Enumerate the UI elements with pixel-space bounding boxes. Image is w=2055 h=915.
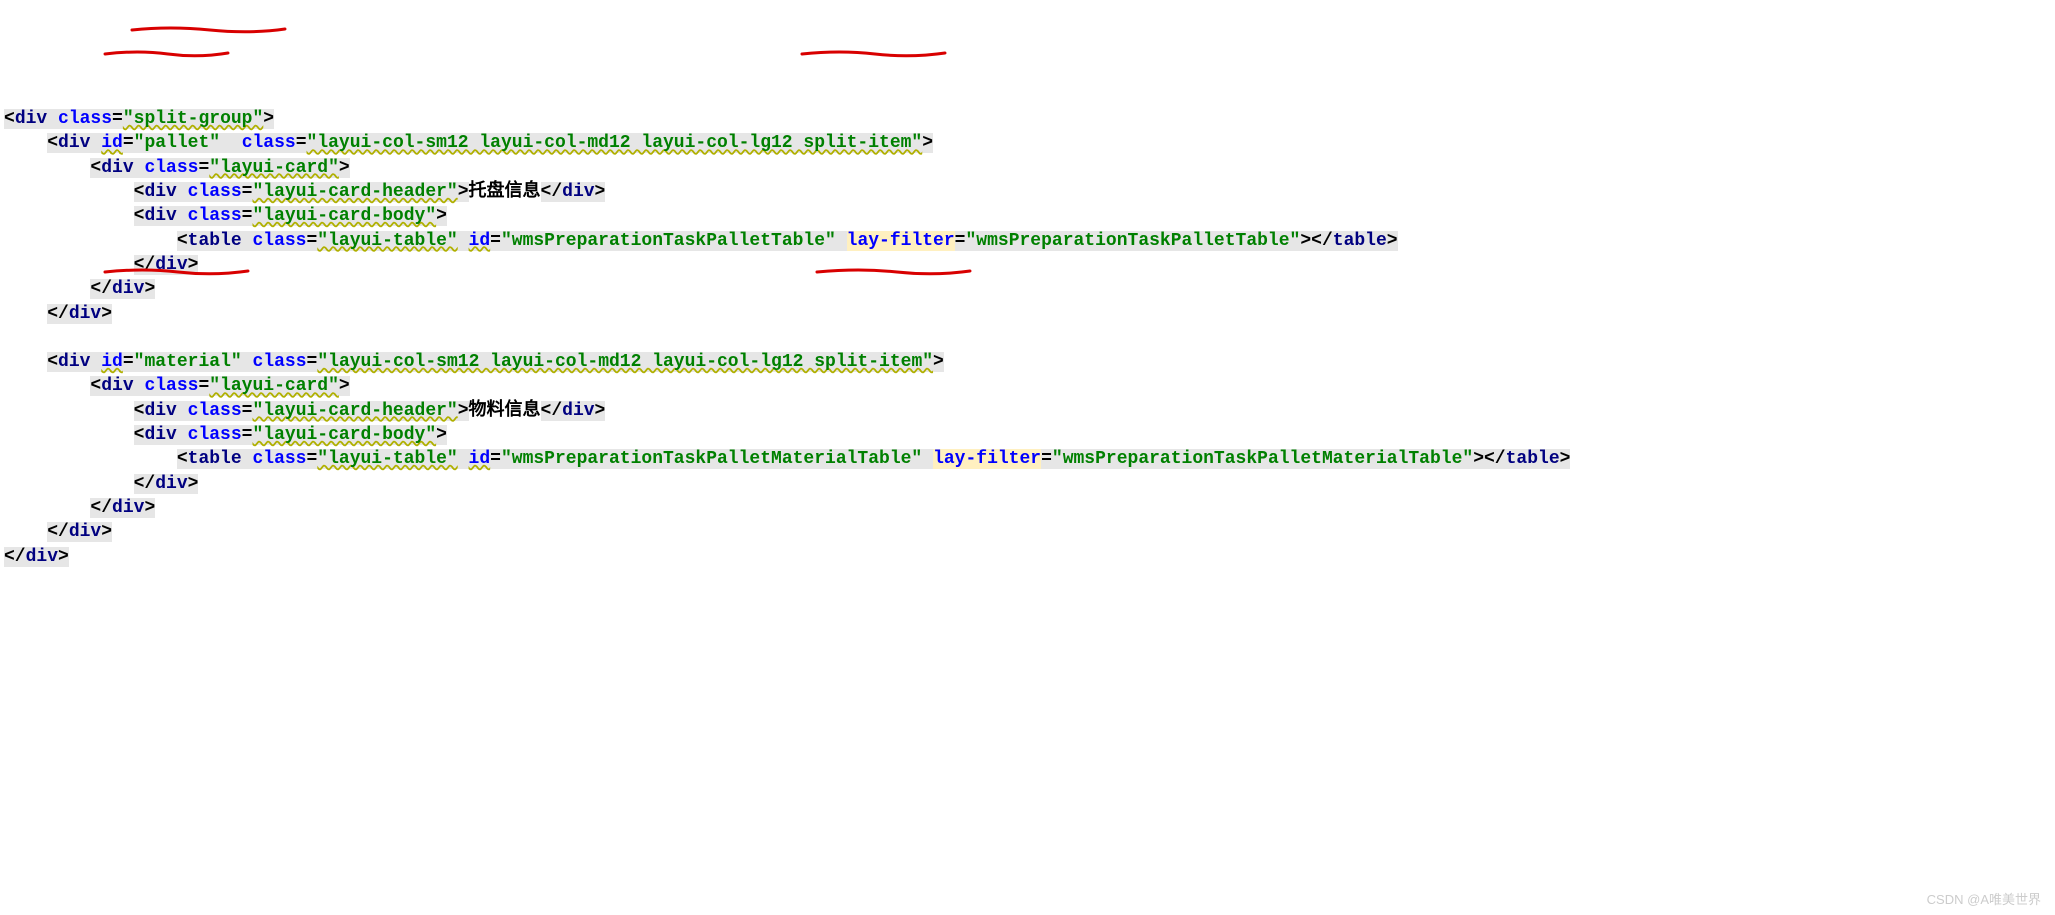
code-line-13: <div class="layui-card-body">: [4, 425, 447, 445]
code-line-6: <table class="layui-table" id="wmsPrepar…: [4, 231, 1398, 251]
code-block: <div class="split-group"> <div id="palle…: [4, 107, 2051, 569]
red-underline-id-pallet: [103, 48, 233, 62]
code-line-8: </div>: [4, 279, 155, 299]
code-line-10: <div id="material" class="layui-col-sm12…: [4, 352, 944, 372]
code-line-12: <div class="layui-card-header">物料信息</div…: [4, 401, 605, 421]
code-line-15: </div>: [4, 474, 198, 494]
code-line-9: </div>: [4, 304, 112, 324]
code-line-3: <div class="layui-card">: [4, 158, 350, 178]
code-line-11: <div class="layui-card">: [4, 376, 350, 396]
code-line-18: </div>: [4, 547, 69, 567]
red-underline-split-item-1: [800, 48, 950, 62]
red-underline-split-group: [130, 24, 290, 38]
code-line-17: </div>: [4, 522, 112, 542]
code-line-5: <div class="layui-card-body">: [4, 206, 447, 226]
watermark: CSDN @A唯美世界: [1927, 891, 2041, 909]
code-line-4: <div class="layui-card-header">托盘信息</div…: [4, 182, 605, 202]
code-line-2: <div id="pallet" class="layui-col-sm12 l…: [4, 133, 933, 153]
code-line-7: </div>: [4, 255, 198, 275]
code-line-14: <table class="layui-table" id="wmsPrepar…: [4, 449, 1570, 469]
code-line-1: <div class="split-group">: [4, 109, 274, 129]
code-line-16: </div>: [4, 498, 155, 518]
